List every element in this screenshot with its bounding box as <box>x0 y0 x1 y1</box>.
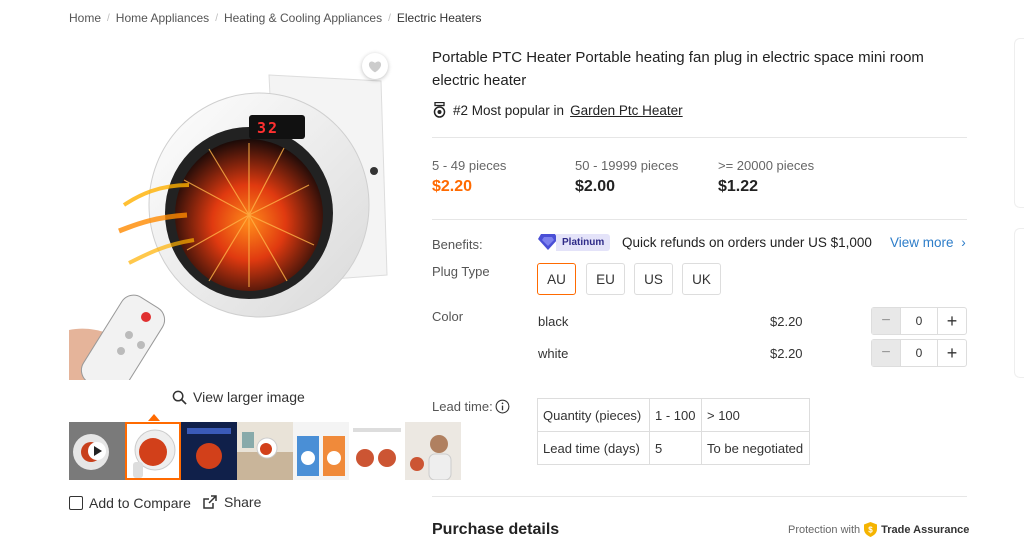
increment-button[interactable]: + <box>938 308 966 334</box>
popularity-ranking: #2 Most popular in Garden Ptc Heater <box>432 102 683 118</box>
breadcrumb-separator: / <box>215 12 218 24</box>
tier-price: $2.00 <box>575 178 616 195</box>
side-panel-edge <box>1014 228 1024 378</box>
breadcrumb-separator: / <box>107 12 110 24</box>
color-option-black: black <box>538 314 569 329</box>
heart-icon <box>368 61 382 72</box>
diamond-icon <box>538 234 558 250</box>
decrement-button[interactable]: − <box>872 308 900 334</box>
thumbnail-features[interactable] <box>293 422 349 480</box>
table-row: Quantity (pieces) 1 - 100 > 100 <box>537 398 810 432</box>
info-icon[interactable] <box>495 399 510 414</box>
trade-assurance-note: Protection with $ Trade Assurance <box>788 522 969 537</box>
share-label: Share <box>224 494 262 510</box>
thumbnail-person[interactable] <box>405 422 461 480</box>
benefits-label: Benefits: <box>432 237 483 252</box>
protection-prefix: Protection with <box>788 523 861 536</box>
divider <box>432 137 967 138</box>
chevron-right-icon: › <box>961 235 966 250</box>
breadcrumb-separator: / <box>388 12 391 24</box>
breadcrumb: Home / Home Appliances / Heating & Cooli… <box>69 11 482 25</box>
platinum-label: Platinum <box>556 233 611 251</box>
thumbnail-infographic-dark[interactable] <box>181 422 237 480</box>
share-button[interactable]: Share <box>202 494 261 510</box>
breadcrumb-home-appliances[interactable]: Home Appliances <box>116 11 209 25</box>
share-icon <box>203 495 217 509</box>
divider <box>432 219 967 220</box>
color-option-white: white <box>538 346 569 361</box>
lead-time-table: Quantity (pieces) 1 - 100 > 100 Lead tim… <box>537 398 810 465</box>
heater-display-readout: 32 <box>257 119 280 137</box>
quantity-input[interactable]: 0 <box>900 340 938 366</box>
plug-type-label: Plug Type <box>432 264 490 279</box>
tier-range: 50 - 19999 pieces <box>575 158 679 173</box>
benefit-description: Quick refunds on orders under US $1,000 <box>622 235 872 250</box>
color-price-black: $2.20 <box>770 314 803 329</box>
ranking-medal-icon <box>433 102 446 118</box>
lead-time-text: Lead time: <box>432 399 493 414</box>
view-larger-image-link[interactable]: View larger image <box>172 389 305 405</box>
plug-option-eu[interactable]: EU <box>586 263 625 295</box>
tier-price: $2.20 <box>432 178 473 195</box>
decrement-button[interactable]: − <box>872 340 900 366</box>
thumbnail-heater-white[interactable] <box>125 422 181 480</box>
lead-time-label: Lead time: <box>432 399 510 414</box>
color-label: Color <box>432 309 464 324</box>
popular-prefix: #2 Most popular in <box>453 102 565 118</box>
price-tier: 5 - 49 pieces $2.20 <box>432 158 506 196</box>
product-title: Portable PTC Heater Portable heating fan… <box>432 49 924 89</box>
quantity-stepper-black: − 0 + <box>871 307 967 335</box>
tier-price: $1.22 <box>718 178 759 195</box>
svg-text:$: $ <box>868 526 873 535</box>
breadcrumb-heating-cooling[interactable]: Heating & Cooling Appliances <box>224 11 382 25</box>
price-tier: >= 20000 pieces $1.22 <box>718 158 814 196</box>
divider <box>432 496 967 497</box>
table-cell: To be negotiated <box>701 431 810 465</box>
thumbnail-strip <box>69 422 461 480</box>
table-cell: 1 - 100 <box>649 398 702 432</box>
tier-range: 5 - 49 pieces <box>432 158 507 173</box>
view-more-label: View more <box>890 235 954 250</box>
shield-icon: $ <box>864 522 878 537</box>
favorite-button[interactable] <box>362 53 388 79</box>
quantity-input[interactable]: 0 <box>900 308 938 334</box>
price-tier: 50 - 19999 pieces $2.00 <box>575 158 678 196</box>
purchase-details-heading: Purchase details <box>432 521 560 538</box>
thumbnail-video[interactable] <box>69 422 125 480</box>
thumbnail-comparison[interactable] <box>349 422 405 480</box>
breadcrumb-electric-heaters[interactable]: Electric Heaters <box>397 11 482 25</box>
plug-option-us[interactable]: US <box>634 263 673 295</box>
compare-label: Add to Compare <box>89 495 191 511</box>
view-more-link[interactable]: View more › <box>890 235 966 250</box>
magnifier-icon <box>172 390 187 405</box>
add-to-compare[interactable]: Add to Compare <box>69 495 191 511</box>
tier-range: >= 20000 pieces <box>718 158 815 173</box>
side-panel-edge <box>1014 38 1024 208</box>
view-larger-label: View larger image <box>193 389 305 405</box>
quantity-stepper-white: − 0 + <box>871 339 967 367</box>
breadcrumb-home[interactable]: Home <box>69 11 101 25</box>
trade-assurance-label[interactable]: Trade Assurance <box>881 524 969 536</box>
popular-category-link[interactable]: Garden Ptc Heater <box>570 103 683 118</box>
table-row: Lead time (days) 5 To be negotiated <box>537 431 810 465</box>
selected-thumbnail-indicator <box>148 414 160 421</box>
plug-option-au[interactable]: AU <box>537 263 576 295</box>
main-product-image[interactable]: 32 <box>69 45 399 380</box>
compare-checkbox[interactable] <box>69 496 83 510</box>
table-cell: 5 <box>649 431 702 465</box>
platinum-badge: Platinum <box>538 233 611 251</box>
color-price-white: $2.20 <box>770 346 803 361</box>
plug-option-uk[interactable]: UK <box>682 263 721 295</box>
thumbnail-lifestyle[interactable] <box>237 422 293 480</box>
table-cell: > 100 <box>701 398 810 432</box>
table-cell: Quantity (pieces) <box>537 398 650 432</box>
increment-button[interactable]: + <box>938 340 966 366</box>
table-cell: Lead time (days) <box>537 431 650 465</box>
